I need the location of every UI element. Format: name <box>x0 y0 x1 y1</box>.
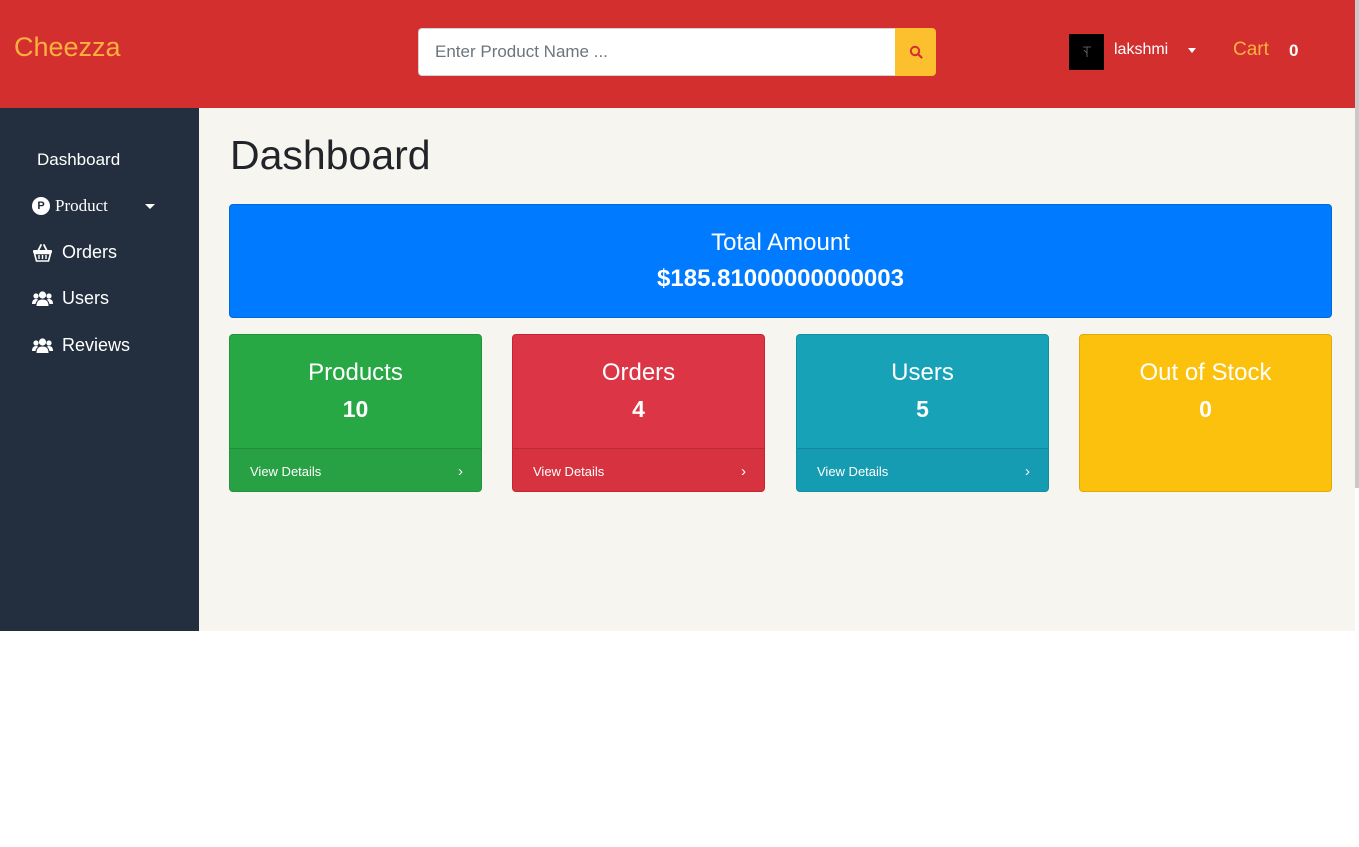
top-navbar: Cheezza lakshmi Cart 0 <box>0 0 1355 108</box>
cart-link[interactable]: Cart <box>1233 39 1269 61</box>
brand-logo[interactable]: Cheezza <box>14 32 121 63</box>
card-count: 10 <box>342 396 369 422</box>
avatar-image <box>1082 46 1091 57</box>
sidebar-item-users[interactable]: Users <box>32 288 109 309</box>
users-icon <box>32 290 53 307</box>
card-count: 0 <box>1199 396 1212 422</box>
view-details-label: View Details <box>817 463 889 479</box>
out-of-stock-card: Out of Stock 0 <box>1079 334 1332 492</box>
sidebar-item-orders[interactable]: Orders <box>32 242 117 263</box>
sidebar-item-label: Reviews <box>62 335 131 355</box>
total-amount-label: Total Amount <box>711 229 850 256</box>
sidebar-item-label: Dashboard <box>37 150 121 169</box>
orders-card: Orders 4 View Details › <box>512 334 765 492</box>
sidebar-item-label: Orders <box>62 242 118 262</box>
total-amount-card: Total Amount $185.81000000000003 <box>229 204 1332 318</box>
chevron-right-icon: › <box>1025 462 1030 480</box>
sidebar-item-dashboard[interactable]: Dashboard <box>37 150 120 170</box>
sidebar <box>0 108 199 631</box>
users-icon <box>32 337 53 354</box>
card-title: Orders <box>601 359 676 386</box>
user-menu-name[interactable]: lakshmi <box>1114 41 1168 59</box>
sidebar-item-label: Users <box>62 288 110 308</box>
chevron-right-icon: › <box>741 462 746 480</box>
cart-count: 0 <box>1289 41 1299 60</box>
avatar[interactable] <box>1069 34 1104 70</box>
card-title: Users <box>891 359 954 386</box>
search-input[interactable] <box>418 28 895 76</box>
total-amount-value: $185.81000000000003 <box>657 265 904 292</box>
sidebar-item-product[interactable]: P Product <box>32 196 108 216</box>
product-icon: P <box>32 197 50 215</box>
view-details-link[interactable]: View Details › <box>513 448 764 491</box>
card-title: Products <box>308 359 403 386</box>
card-count: 4 <box>632 396 645 422</box>
search-icon <box>909 45 923 59</box>
search-bar <box>418 28 936 76</box>
view-details-label: View Details <box>533 463 605 479</box>
sidebar-item-label: Product <box>55 196 108 215</box>
card-title: Out of Stock <box>1139 359 1272 386</box>
view-details-label: View Details <box>250 463 322 479</box>
view-details-link[interactable]: View Details › <box>230 448 481 491</box>
products-card: Products 10 View Details › <box>229 334 482 492</box>
search-button[interactable] <box>895 28 936 76</box>
page-title: Dashboard <box>230 132 431 178</box>
chevron-down-icon[interactable] <box>1188 48 1196 53</box>
card-count: 5 <box>916 396 929 422</box>
chevron-down-icon[interactable] <box>145 204 155 209</box>
basket-icon <box>32 243 53 262</box>
chevron-right-icon: › <box>458 462 463 480</box>
view-details-link[interactable]: View Details › <box>797 448 1048 491</box>
sidebar-item-reviews[interactable]: Reviews <box>32 335 130 356</box>
scrollbar[interactable] <box>1355 0 1359 488</box>
users-card: Users 5 View Details › <box>796 334 1049 492</box>
